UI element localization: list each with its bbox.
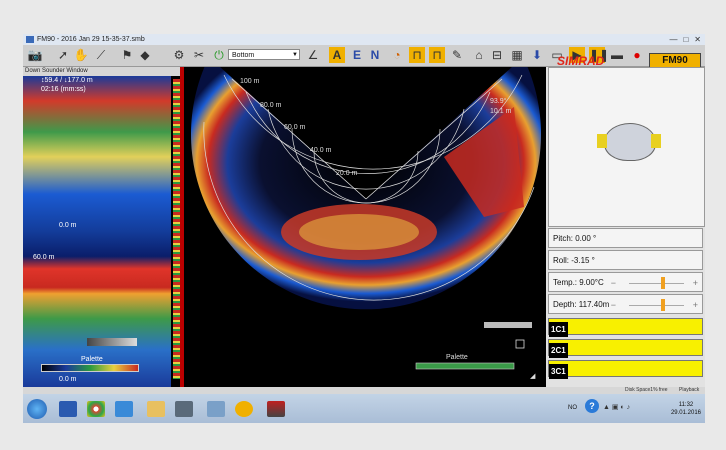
temp-decrease-button[interactable]: − — [611, 273, 616, 293]
minimize-button[interactable]: — — [669, 35, 677, 44]
clock[interactable]: 11:32 29.01.2016 — [671, 401, 701, 417]
view-select[interactable]: Bottom ▼ — [228, 49, 300, 60]
net-icon[interactable]: ⊟ — [489, 47, 505, 63]
range-label-60: 60.0 m — [284, 124, 306, 131]
mode-status: Playback — [679, 387, 700, 393]
sonar-view: 100 m 80.0 m 60.0 m 40.0 m 20.0 m 93.9° … — [184, 57, 548, 387]
status-bar: Disk Space1% free Playback — [23, 387, 705, 394]
record-icon[interactable]: ● — [629, 47, 645, 63]
tray-icons[interactable]: ▲ ▣ ◐ ♪ — [603, 403, 630, 411]
range-label-100: 100 m — [240, 78, 260, 85]
media-icon[interactable] — [175, 401, 193, 417]
color-scale — [173, 79, 180, 379]
measure-icon[interactable]: ⟋ — [93, 47, 109, 63]
depth-increase-button[interactable]: + — [693, 295, 698, 315]
sonar-palette-label: Palette — [446, 354, 468, 361]
depth-label-bottom: 0.0 m — [59, 376, 77, 383]
pointer-icon[interactable]: ➚ — [55, 47, 71, 63]
hand-icon[interactable]: ✋ — [73, 47, 89, 63]
close-button[interactable]: ✕ — [694, 35, 701, 44]
roll-value: Roll: -3.15 ° — [553, 256, 595, 265]
settings-icon[interactable]: ⚙ — [171, 47, 187, 63]
app-icon — [26, 36, 34, 43]
start-button[interactable] — [27, 399, 47, 419]
depth-value: Depth: 117.40m — [553, 300, 610, 309]
letter-a-button[interactable]: A — [329, 47, 345, 63]
camera-icon[interactable]: 📷 — [27, 47, 43, 63]
channel-3c1[interactable]: 3C1 — [548, 360, 703, 379]
explorer-icon[interactable] — [147, 401, 165, 417]
app-icon-3[interactable] — [235, 401, 253, 417]
chevron-down-icon: ▼ — [292, 52, 298, 58]
flag-icon[interactable]: ⚑ — [119, 47, 135, 63]
chrome-icon[interactable] — [87, 401, 105, 417]
marker-icon[interactable]: ◆ — [137, 47, 153, 63]
letter-n-button[interactable]: N — [367, 47, 383, 63]
signal-icon[interactable]: ◔ — [389, 47, 405, 63]
ie-icon[interactable] — [115, 401, 133, 417]
filter-icon[interactable]: ⊓ — [409, 47, 425, 63]
right-panel: Pitch: 0.00 ° Roll: -3.15 ° Temp.: 9.00°… — [546, 67, 705, 423]
pen-icon[interactable]: ✎ — [449, 47, 465, 63]
down-sounder-caption: Down Sounder Window — [23, 67, 180, 76]
depth-decrease-button[interactable]: − — [611, 295, 616, 315]
range-readout: 10.1 m — [490, 108, 512, 115]
sonar-gain-slider[interactable] — [484, 322, 532, 328]
window-title: FM90 - 2016 Jan 29 15-35-37.smb — [37, 36, 145, 43]
roll-row: Roll: -3.15 ° — [548, 250, 703, 270]
gain-slider[interactable] — [87, 338, 137, 346]
depth-slider[interactable] — [629, 305, 684, 306]
down-sounder-window: Down Sounder Window ↕59.4 / ↓177.0 m 02:… — [23, 67, 180, 387]
download-icon[interactable]: ⬇ — [529, 47, 545, 63]
vessel-attitude-view — [548, 67, 705, 227]
palette-label: Palette — [81, 356, 103, 363]
tools-icon[interactable]: ✂ — [191, 47, 207, 63]
grid-icon[interactable]: ▦ — [509, 47, 525, 63]
resize-icon[interactable]: ◢ — [530, 373, 536, 380]
temp-increase-button[interactable]: + — [693, 273, 698, 293]
model-badge: FM90 — [649, 53, 701, 68]
maximize-button[interactable]: □ — [683, 35, 688, 44]
palette-bar[interactable] — [41, 364, 139, 372]
channel-1c1[interactable]: 1C1 — [548, 318, 703, 337]
screen: FM90 - 2016 Jan 29 15-35-37.smb — □ ✕ 📷 … — [23, 34, 705, 423]
bar-icon[interactable]: ▬ — [609, 47, 625, 63]
fm90-taskbar-icon[interactable] — [267, 401, 285, 417]
home-icon[interactable]: ⌂ — [471, 47, 487, 63]
depth-readout: ↕59.4 / ↓177.0 m — [41, 77, 93, 84]
temp-slider[interactable] — [629, 283, 684, 284]
bearing-readout: 93.9° — [490, 97, 507, 105]
disk-status: Disk Space1% free — [625, 387, 668, 393]
close-palette-icon[interactable] — [515, 339, 525, 349]
simrad-logo: SIMRAD — [557, 54, 605, 68]
channel-2c1[interactable]: 2C1 — [548, 339, 703, 358]
power-icon[interactable]: ⏻ — [211, 47, 227, 63]
depth-slider-knob[interactable] — [661, 299, 665, 311]
time-readout: 02:16 (mm:ss) — [41, 86, 86, 93]
filter2-icon[interactable]: ⊓ — [429, 47, 445, 63]
letter-e-button[interactable]: E — [349, 47, 365, 63]
app-icon-2[interactable] — [207, 401, 225, 417]
range-label-40: 40.0 m — [310, 147, 332, 154]
temp-slider-knob[interactable] — [661, 277, 665, 289]
temp-value: Temp.: 9.00°C — [553, 278, 604, 287]
range-label-20: 20.0 m — [336, 170, 358, 177]
depth-row: Depth: 117.40m − + — [548, 294, 703, 314]
pitch-value: Pitch: 0.00 ° — [553, 234, 597, 243]
depth-label-top: 0.0 m — [59, 222, 77, 229]
sonar-plot: 100 m 80.0 m 60.0 m 40.0 m 20.0 m 93.9° … — [191, 57, 541, 380]
depth-label-mid: 60.0 m — [33, 254, 55, 261]
language-indicator[interactable]: NO — [568, 405, 577, 411]
pitch-row: Pitch: 0.00 ° — [548, 228, 703, 248]
word-icon[interactable] — [59, 401, 77, 417]
temp-row: Temp.: 9.00°C − + — [548, 272, 703, 292]
sonar-palette-bar[interactable] — [415, 362, 515, 370]
echogram: ↕59.4 / ↓177.0 m 02:16 (mm:ss) 0.0 m 60.… — [23, 76, 171, 387]
vessel-model-icon — [604, 123, 656, 161]
range-label-80: 80.0 m — [260, 102, 282, 109]
title-bar: FM90 - 2016 Jan 29 15-35-37.smb — □ ✕ — [23, 34, 705, 45]
help-icon[interactable]: ? — [585, 399, 599, 413]
angle-icon[interactable]: ∠ — [305, 47, 321, 63]
